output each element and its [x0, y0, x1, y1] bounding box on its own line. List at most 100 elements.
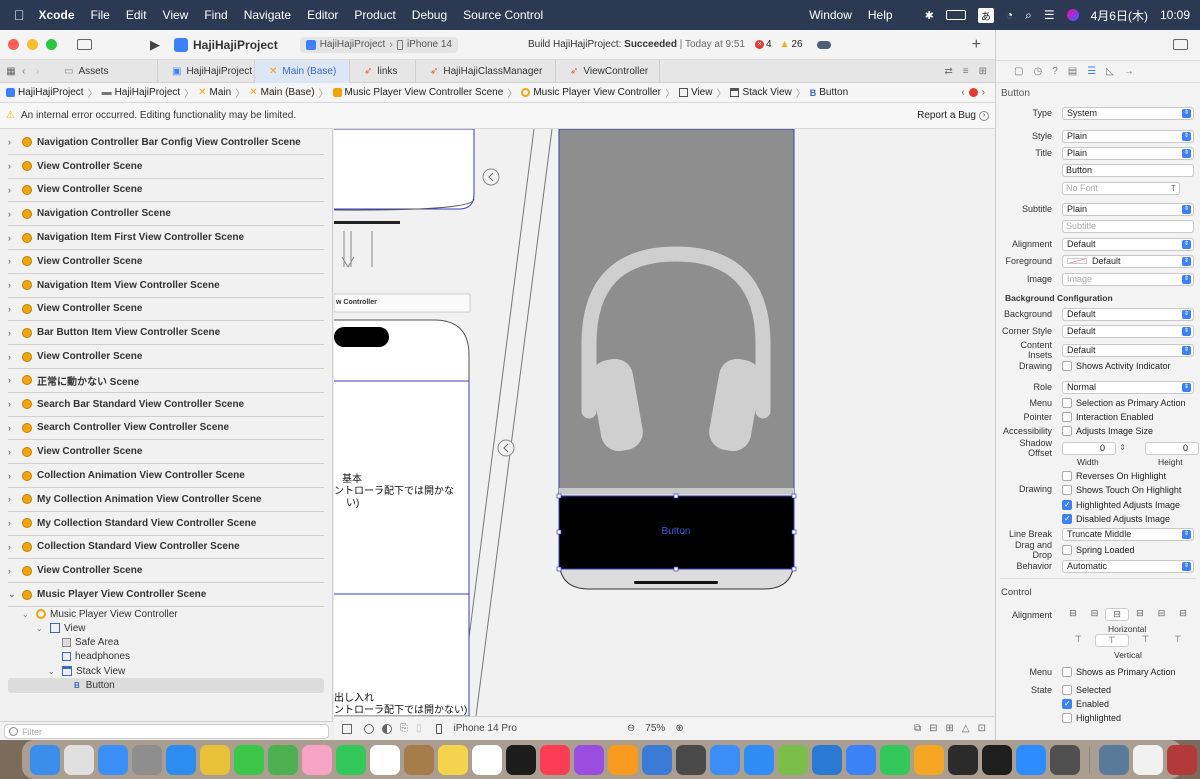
- scene-row[interactable]: › 正常に動かない Scene: [8, 369, 324, 393]
- siri-icon[interactable]: [1066, 9, 1079, 21]
- font-picker-icon[interactable]: T: [1171, 184, 1176, 193]
- checkbox[interactable]: [1062, 398, 1072, 408]
- spring-loaded-checkbox[interactable]: Spring Loaded: [1062, 545, 1135, 555]
- menu-edit[interactable]: Edit: [126, 8, 147, 22]
- menu-navigate[interactable]: Navigate: [244, 8, 291, 22]
- back-icon[interactable]: ‹: [22, 66, 36, 77]
- jump-folder[interactable]: ▬ HajiHajiProject: [102, 87, 181, 98]
- apple-icon[interactable]: : [14, 7, 25, 23]
- vpn-icon[interactable]: [710, 744, 740, 775]
- textedit-icon[interactable]: [1133, 744, 1163, 775]
- file-inspector-icon[interactable]: ▢: [1014, 66, 1023, 77]
- jump-hajihaji-project[interactable]: HajiHajiProject: [6, 87, 84, 98]
- chevron-right-icon[interactable]: ›: [8, 352, 22, 362]
- adjusts-image-size-checkbox[interactable]: Adjusts Image Size: [1062, 426, 1153, 436]
- add-constraint-icon[interactable]: ⊞: [946, 723, 954, 734]
- notes-brown-icon[interactable]: [404, 744, 434, 775]
- podcasts-icon[interactable]: [574, 744, 604, 775]
- menubar-time[interactable]: 10:09: [1160, 8, 1190, 22]
- tree-item-headphones[interactable]: headphones: [8, 650, 324, 664]
- jump-button[interactable]: B Button: [810, 87, 848, 98]
- segue-circle-icon[interactable]: [482, 168, 500, 186]
- align-middle-icon[interactable]: ⊤: [1094, 634, 1129, 647]
- cloud-icon[interactable]: [816, 40, 831, 49]
- input-method-icon[interactable]: あ: [977, 7, 994, 23]
- maps-icon[interactable]: [268, 744, 298, 775]
- background-popup[interactable]: Default ⇕: [1062, 307, 1194, 321]
- previous-issue-icon[interactable]: ‹: [961, 87, 964, 98]
- app-store-icon[interactable]: [744, 744, 774, 775]
- scene-row[interactable]: › Navigation Item First View Controller S…: [8, 226, 324, 250]
- terminal-icon[interactable]: [982, 744, 1012, 775]
- content-insets-popup[interactable]: Default ⇕: [1062, 343, 1194, 357]
- menu-help[interactable]: Help: [868, 8, 893, 22]
- safari-icon[interactable]: [166, 744, 196, 775]
- scene-row[interactable]: › View Controller Scene: [8, 179, 324, 203]
- enabled-checkbox[interactable]: Enabled: [1062, 699, 1109, 709]
- music-icon[interactable]: [540, 744, 570, 775]
- checkbox[interactable]: [1062, 667, 1072, 677]
- align-vfill-icon[interactable]: ⊤: [1162, 634, 1195, 647]
- jump-view[interactable]: View: [678, 87, 712, 98]
- next-issue-icon[interactable]: ›: [982, 87, 985, 98]
- menu-editor[interactable]: Editor: [307, 8, 338, 22]
- zoom-out-icon[interactable]: ⊖: [627, 723, 635, 734]
- attributes-inspector-icon[interactable]: ☰: [1087, 66, 1096, 77]
- tree-item-view-controller[interactable]: ⌄ Music Player View Controller: [8, 607, 324, 621]
- battery-icon[interactable]: [945, 10, 966, 20]
- title-popup[interactable]: Plain ⇕: [1062, 146, 1194, 160]
- shows-activity-indicator-checkbox[interactable]: Shows Activity Indicator: [1062, 361, 1171, 371]
- jump-stack-view[interactable]: Stack View: [730, 87, 792, 98]
- tree-item-stack-view[interactable]: ⌄ Stack View: [8, 664, 324, 678]
- jump-main-base[interactable]: ✕ Main (Base): [249, 87, 314, 98]
- scene-row[interactable]: ⌄ Music Player View Controller Scene: [8, 583, 324, 607]
- jump-scene[interactable]: Music Player View Controller Scene: [332, 87, 503, 98]
- appearance-icon[interactable]: [382, 723, 392, 734]
- drawing-icon[interactable]: [778, 744, 808, 775]
- tab-hajihaji-project[interactable]: ▣ HajiHajiProject: [158, 59, 255, 83]
- align-leading-icon[interactable]: ⊟: [1151, 608, 1173, 621]
- foreground-popup[interactable]: Default ⇕: [1062, 254, 1194, 268]
- scene-row[interactable]: › View Controller Scene: [8, 155, 324, 179]
- align-icon[interactable]: ⊟: [929, 723, 937, 734]
- shows-as-primary-action-checkbox[interactable]: Shows as Primary Action: [1062, 667, 1176, 677]
- scene-row[interactable]: › View Controller Scene: [8, 559, 324, 584]
- tab-class-manager[interactable]: ➶ HajiHajiClassManager: [416, 59, 556, 83]
- help-inspector-icon[interactable]: ?: [1052, 66, 1058, 77]
- chevron-right-icon[interactable]: ›: [8, 209, 22, 219]
- run-button[interactable]: ▶: [150, 37, 160, 53]
- scene-row[interactable]: › Navigation Controller Bar Config View C…: [8, 131, 324, 155]
- shadow-width-field[interactable]: 0 ⇕: [1062, 441, 1126, 455]
- history-inspector-icon[interactable]: ◷: [1033, 66, 1042, 77]
- identity-inspector-icon[interactable]: ▤: [1068, 66, 1077, 77]
- checkbox[interactable]: [1062, 545, 1072, 555]
- menu-app-name[interactable]: Xcode: [39, 8, 75, 22]
- chevron-right-icon[interactable]: ›: [8, 304, 22, 314]
- tree-item-view[interactable]: ⌄ View: [8, 621, 324, 635]
- minimize-button[interactable]: [27, 39, 38, 50]
- stepper-icon[interactable]: ⇕: [1119, 443, 1126, 452]
- pages-icon[interactable]: [914, 744, 944, 775]
- chevron-right-icon[interactable]: ›: [8, 256, 22, 266]
- tab-links[interactable]: ➶ links: [350, 59, 416, 83]
- subtitle-popup[interactable]: Plain ⇕: [1062, 202, 1194, 216]
- scene-row[interactable]: › View Controller Scene: [8, 345, 324, 369]
- facetime-icon[interactable]: [336, 744, 366, 775]
- role-popup[interactable]: Normal ⇕: [1062, 380, 1194, 394]
- selection-primary-action-checkbox[interactable]: Selection as Primary Action: [1062, 398, 1186, 408]
- wifi-icon[interactable]: ◔: [1006, 8, 1013, 22]
- scene-row[interactable]: › View Controller Scene: [8, 440, 324, 465]
- layout-icon[interactable]: ▯: [416, 723, 422, 734]
- related-items-icon[interactable]: ⇄: [944, 66, 952, 77]
- zoom-button[interactable]: [46, 39, 57, 50]
- control-center-icon[interactable]: ☰: [1044, 8, 1055, 22]
- shadow-height-field[interactable]: 0⇕: [1145, 441, 1199, 455]
- chevron-right-icon[interactable]: ›: [8, 494, 22, 504]
- preview-icon[interactable]: [1099, 744, 1129, 775]
- jump-main[interactable]: ✕ Main: [198, 87, 231, 98]
- mail-icon[interactable]: [98, 744, 128, 775]
- calculator-icon[interactable]: [1050, 744, 1080, 775]
- font-field[interactable]: No Font T: [1062, 181, 1180, 195]
- shows-touch-checkbox[interactable]: Shows Touch On Highlight: [1062, 485, 1181, 495]
- disabled-adjusts-image-checkbox[interactable]: Disabled Adjusts Image: [1062, 514, 1170, 524]
